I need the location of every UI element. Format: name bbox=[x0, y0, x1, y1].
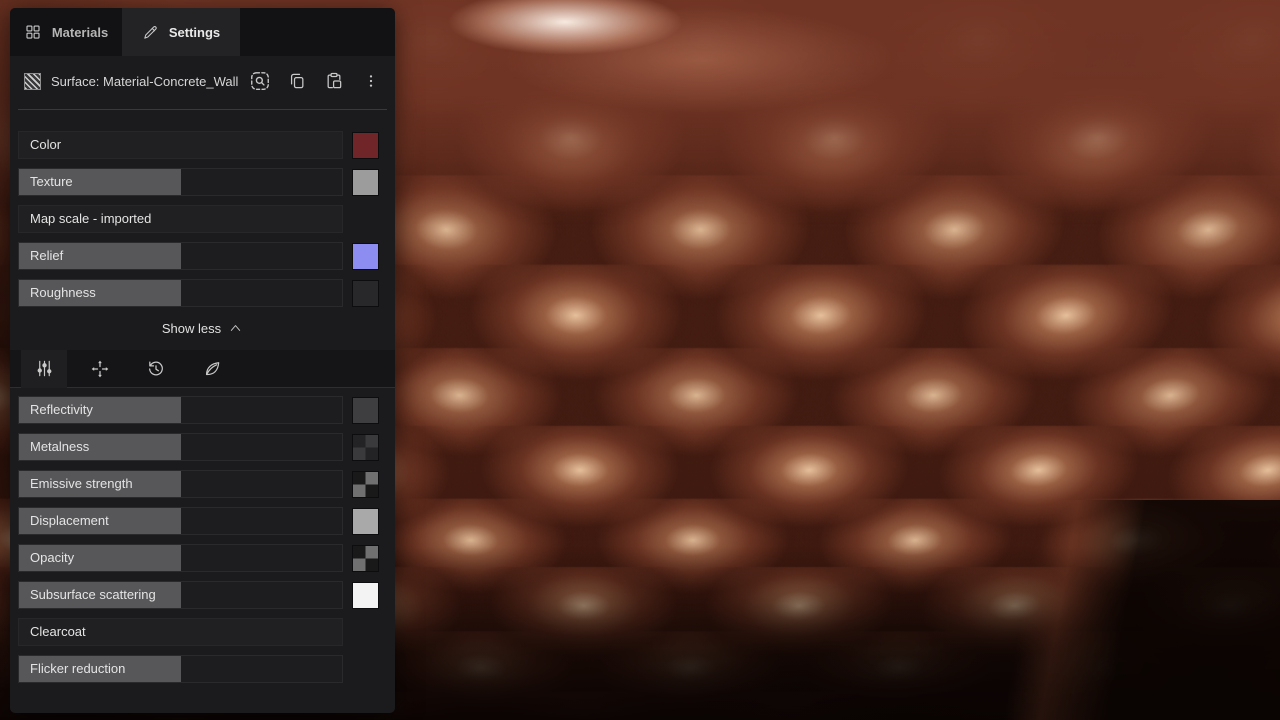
displacement-slider[interactable]: Displacement bbox=[18, 507, 343, 535]
roughness-label: Roughness bbox=[19, 280, 342, 306]
sliders-icon bbox=[35, 359, 54, 378]
copy-material-button[interactable] bbox=[285, 69, 309, 93]
color-label: Color bbox=[19, 132, 342, 158]
opacity-slider[interactable]: Opacity bbox=[18, 544, 343, 572]
inspect-material-button[interactable] bbox=[248, 69, 272, 93]
main-property-rows: Reflectivity Metalness Emissive strength Di… bbox=[10, 396, 395, 683]
tab-label: Materials bbox=[52, 25, 108, 40]
chevron-up-icon bbox=[228, 322, 243, 334]
metalness-swatch[interactable] bbox=[352, 434, 379, 461]
reflectivity-swatch[interactable] bbox=[352, 397, 379, 424]
property-row-subsurface-scattering: Subsurface scattering bbox=[18, 581, 387, 609]
property-row-relief: Relief bbox=[18, 242, 387, 270]
more-options-button[interactable] bbox=[359, 69, 383, 93]
focus-search-icon bbox=[249, 70, 271, 92]
map-scale-imported-button[interactable]: Map scale - imported bbox=[18, 205, 343, 233]
nature-tab[interactable] bbox=[189, 350, 235, 388]
metalness-slider[interactable]: Metalness bbox=[18, 433, 343, 461]
property-row-texture: Texture bbox=[18, 168, 387, 196]
relief-swatch[interactable] bbox=[352, 243, 379, 270]
position-tab[interactable] bbox=[77, 350, 123, 388]
property-row-roughness: Roughness bbox=[18, 279, 387, 307]
color-swatch[interactable] bbox=[352, 132, 379, 159]
surface-title: Surface: Material-Concrete_Wall bbox=[51, 74, 238, 89]
subsurface-scattering-label: Subsurface scattering bbox=[19, 582, 342, 608]
show-less-button[interactable]: Show less bbox=[10, 316, 395, 340]
roughness-swatch[interactable] bbox=[352, 280, 379, 307]
property-row-flicker-reduction: Flicker reduction bbox=[18, 655, 387, 683]
roughness-slider[interactable]: Roughness bbox=[18, 279, 343, 307]
properties-tab[interactable] bbox=[21, 350, 67, 388]
opacity-label: Opacity bbox=[19, 545, 342, 571]
seat-edge-shadow bbox=[704, 500, 1280, 720]
texture-slider[interactable]: Texture bbox=[18, 168, 343, 196]
header-actions bbox=[248, 69, 383, 93]
flicker-reduction-slider[interactable]: Flicker reduction bbox=[18, 655, 343, 683]
pencil-icon bbox=[142, 24, 159, 41]
reflectivity-slider[interactable]: Reflectivity bbox=[18, 396, 343, 424]
tab-label: Settings bbox=[169, 25, 220, 40]
subsurface-scattering-slider[interactable]: Subsurface scattering bbox=[18, 581, 343, 609]
kebab-menu-icon bbox=[363, 72, 379, 90]
history-tab[interactable] bbox=[133, 350, 179, 388]
opacity-swatch[interactable] bbox=[352, 545, 379, 572]
tab-materials[interactable]: Materials bbox=[10, 8, 122, 56]
emissive-strength-label: Emissive strength bbox=[19, 471, 342, 497]
emissive-strength-slider[interactable]: Emissive strength bbox=[18, 470, 343, 498]
property-row-clearcoat: Clearcoat bbox=[18, 618, 387, 646]
displacement-label: Displacement bbox=[19, 508, 342, 534]
tab-settings[interactable]: Settings bbox=[122, 8, 240, 56]
top-property-rows: Color Texture Map scale - imported Relief Ro… bbox=[10, 131, 395, 307]
property-row-opacity: Opacity bbox=[18, 544, 387, 572]
copy-icon bbox=[287, 71, 307, 91]
texture-swatch[interactable] bbox=[352, 169, 379, 196]
property-row-emissive-strength: Emissive strength bbox=[18, 470, 387, 498]
color-button[interactable]: Color bbox=[18, 131, 343, 159]
relief-label: Relief bbox=[19, 243, 342, 269]
map-scale-imported-label: Map scale - imported bbox=[19, 206, 342, 232]
show-less-label: Show less bbox=[162, 321, 221, 336]
texture-label: Texture bbox=[19, 169, 342, 195]
relief-slider[interactable]: Relief bbox=[18, 242, 343, 270]
property-row-color: Color bbox=[18, 131, 387, 159]
viewport: Materials Settings Surface: Material-Conc… bbox=[0, 0, 1280, 720]
paste-material-button[interactable] bbox=[322, 69, 346, 93]
emissive-strength-swatch[interactable] bbox=[352, 471, 379, 498]
reflectivity-label: Reflectivity bbox=[19, 397, 342, 423]
displacement-swatch[interactable] bbox=[352, 508, 379, 535]
grid-icon bbox=[24, 23, 42, 41]
clearcoat-label: Clearcoat bbox=[19, 619, 342, 645]
move-icon bbox=[90, 359, 110, 379]
flicker-reduction-label: Flicker reduction bbox=[19, 656, 342, 682]
clearcoat-button[interactable]: Clearcoat bbox=[18, 618, 343, 646]
panel-tabbar: Materials Settings bbox=[10, 8, 395, 56]
metalness-label: Metalness bbox=[19, 434, 342, 460]
property-row-metalness: Metalness bbox=[18, 433, 387, 461]
property-row-map-scale-imported: Map scale - imported bbox=[18, 205, 387, 233]
paste-icon bbox=[324, 71, 344, 91]
property-category-tabbar bbox=[10, 350, 395, 388]
history-icon bbox=[146, 359, 166, 379]
surface-header: Surface: Material-Concrete_Wall bbox=[10, 56, 395, 106]
subsurface-scattering-swatch[interactable] bbox=[352, 582, 379, 609]
property-row-reflectivity: Reflectivity bbox=[18, 396, 387, 424]
material-settings-panel: Materials Settings Surface: Material-Conc… bbox=[10, 8, 395, 713]
hatched-material-thumbnail bbox=[24, 73, 41, 90]
header-divider bbox=[18, 109, 387, 110]
property-row-displacement: Displacement bbox=[18, 507, 387, 535]
leaf-icon bbox=[202, 359, 222, 379]
